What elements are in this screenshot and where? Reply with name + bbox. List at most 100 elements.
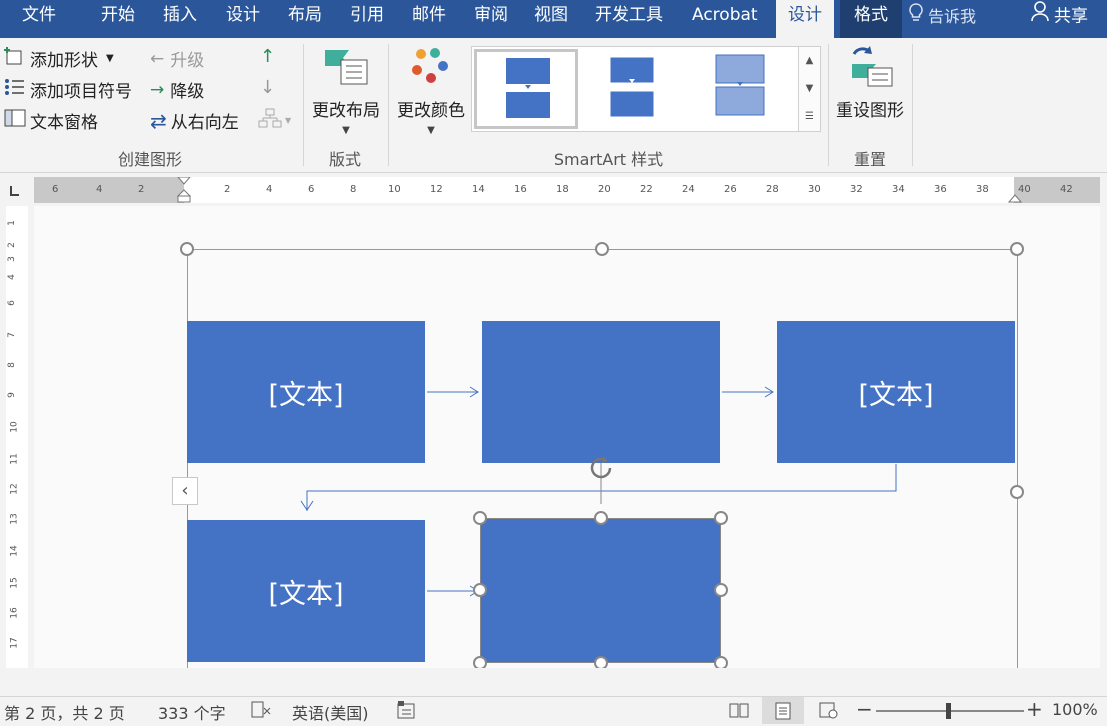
ruler-tick: 6 [52, 184, 59, 195]
lightbulb-icon [908, 1, 924, 35]
horizontal-ruler[interactable]: 6 4 2 2 4 6 8 10 12 14 16 18 20 22 24 26… [34, 177, 1100, 203]
vertical-ruler[interactable]: 1 2 3 4 6 7 8 9 10 11 12 13 14 15 16 17 [6, 206, 28, 668]
text-pane-button[interactable]: 文本窗格 [4, 108, 98, 133]
reset-graphic-label: 重设图形 [836, 101, 904, 121]
swap-arrows-icon: ⇄ [150, 108, 167, 133]
ruler-tick: 6 [308, 184, 315, 195]
resize-handle[interactable] [473, 511, 487, 525]
tab-view[interactable]: 视图 [534, 0, 568, 32]
layout-hierarchy-icon[interactable]: ▼ [258, 108, 292, 128]
share-label: 共享 [1054, 6, 1088, 27]
resize-handle[interactable] [714, 511, 728, 525]
tab-developer[interactable]: 开发工具 [595, 0, 663, 32]
resize-handle[interactable] [473, 583, 487, 597]
tell-me-box[interactable]: 告诉我 [908, 0, 976, 38]
svg-text:▼: ▼ [285, 116, 292, 125]
resize-handle[interactable] [180, 242, 194, 256]
ruler-tick: 7 [6, 332, 17, 338]
read-mode-icon[interactable] [728, 700, 750, 724]
style-option-simple[interactable] [474, 49, 578, 129]
resize-handle[interactable] [1010, 242, 1024, 256]
print-layout-icon[interactable] [762, 697, 804, 724]
resize-handle[interactable] [594, 656, 608, 668]
smartart-shape[interactable]: [文本] [187, 520, 425, 662]
ruler-tick: 14 [472, 184, 485, 195]
smartart-styles-gallery: ▲ ▼ ☰ [471, 46, 821, 132]
tab-references[interactable]: 引用 [350, 0, 384, 32]
share-button[interactable]: 共享 [1030, 0, 1088, 38]
tab-smartart-format[interactable]: 格式 [840, 0, 902, 38]
text-pane-icon [4, 108, 26, 133]
ruler-tick: 26 [724, 184, 737, 195]
add-shape-button[interactable]: 添加形状 ▼ [4, 46, 114, 71]
tab-insert[interactable]: 插入 [163, 0, 197, 32]
right-to-left-button[interactable]: ⇄ 从右向左 [150, 108, 239, 134]
proofing-icon[interactable] [250, 700, 272, 724]
ruler-tick: 1 [6, 220, 17, 226]
zoom-in-button[interactable]: + [1026, 697, 1043, 721]
tab-layout[interactable]: 布局 [288, 0, 322, 32]
tab-file[interactable]: 文件 [22, 0, 56, 32]
resize-handle[interactable] [1010, 485, 1024, 499]
smartart-shape[interactable]: [文本] [187, 321, 425, 463]
ruler-tick: 42 [1060, 184, 1073, 195]
resize-handle[interactable] [714, 583, 728, 597]
ruler-tick: 9 [6, 392, 17, 398]
zoom-level[interactable]: 100% [1052, 700, 1098, 719]
tab-design[interactable]: 设计 [226, 0, 260, 32]
reset-graphic-button[interactable]: 重设图形 [832, 44, 908, 121]
zoom-slider-thumb[interactable] [946, 703, 951, 719]
rotate-handle-icon[interactable] [586, 453, 616, 483]
change-layout-button[interactable]: 更改布局 ▼ [306, 44, 386, 136]
ruler-tick: 2 [6, 242, 17, 248]
add-bullet-button[interactable]: 添加项目符号 [4, 77, 132, 102]
tab-smartart-design[interactable]: 设计 [776, 0, 834, 38]
demote-button[interactable]: → 降级 [150, 77, 204, 103]
person-icon [1030, 0, 1052, 33]
language-indicator[interactable]: 英语(美国) [292, 700, 369, 724]
tab-selector[interactable] [0, 176, 32, 206]
style-option-white-outline[interactable] [582, 49, 686, 129]
right-indent-marker[interactable] [1008, 191, 1022, 203]
status-bar: 第 2 页，共 2 页 333 个字 英语(美国) − + 100% [0, 696, 1107, 725]
gallery-scroll-down[interactable]: ▼ [798, 75, 820, 103]
document-canvas[interactable]: [文本] [文本] [文本] ‹ [34, 206, 1100, 668]
ruler-tick: 30 [808, 184, 821, 195]
zoom-out-button[interactable]: − [856, 697, 873, 721]
move-down-icon[interactable]: ↓ [260, 77, 275, 98]
tab-acrobat[interactable]: Acrobat [692, 0, 758, 32]
style-option-subtle[interactable] [686, 49, 790, 129]
ruler-tick: 13 [9, 513, 20, 525]
resize-handle[interactable] [714, 656, 728, 668]
change-colors-button[interactable]: 更改颜色 ▼ [392, 44, 470, 136]
tab-home[interactable]: 开始 [101, 0, 135, 32]
ruler-tick: 4 [266, 184, 273, 195]
smartart-shape-selected[interactable] [480, 518, 721, 663]
ruler-tick: 32 [850, 184, 863, 195]
tab-mailings[interactable]: 邮件 [412, 0, 446, 32]
zoom-slider[interactable] [876, 703, 1024, 719]
group-label-smartart-styles: SmartArt 样式 [553, 150, 664, 169]
tab-review[interactable]: 审阅 [474, 0, 508, 32]
promote-button[interactable]: ← 升级 [150, 46, 204, 72]
move-up-icon[interactable]: ↑ [260, 46, 275, 67]
gallery-scroll-up[interactable]: ▲ [798, 47, 820, 75]
gallery-more[interactable]: ☰ [798, 103, 820, 131]
reset-graphic-icon [832, 44, 908, 90]
resize-handle[interactable] [595, 242, 609, 256]
smartart-shape[interactable]: [文本] [777, 321, 1015, 463]
word-count[interactable]: 333 个字 [158, 700, 226, 724]
indent-markers[interactable] [177, 177, 191, 203]
ruler-tick: 10 [9, 421, 20, 433]
web-layout-icon[interactable] [818, 700, 840, 724]
tell-me-label: 告诉我 [928, 7, 977, 26]
macro-recording-icon[interactable] [396, 700, 418, 724]
resize-handle[interactable] [594, 511, 608, 525]
page-count[interactable]: 第 2 页，共 2 页 [4, 700, 125, 724]
group-label-reset: 重置 [853, 150, 886, 169]
ruler-tick: 22 [640, 184, 653, 195]
resize-handle[interactable] [473, 656, 487, 668]
text-pane-toggle[interactable]: ‹ [172, 477, 198, 505]
ribbon-body: 添加形状 ▼ 添加项目符号 文本窗格 ← 升级 → 降级 ⇄ 从右向左 ↑ ↓ ▼ 创建… [0, 38, 1107, 173]
smartart-shape[interactable] [482, 321, 720, 463]
